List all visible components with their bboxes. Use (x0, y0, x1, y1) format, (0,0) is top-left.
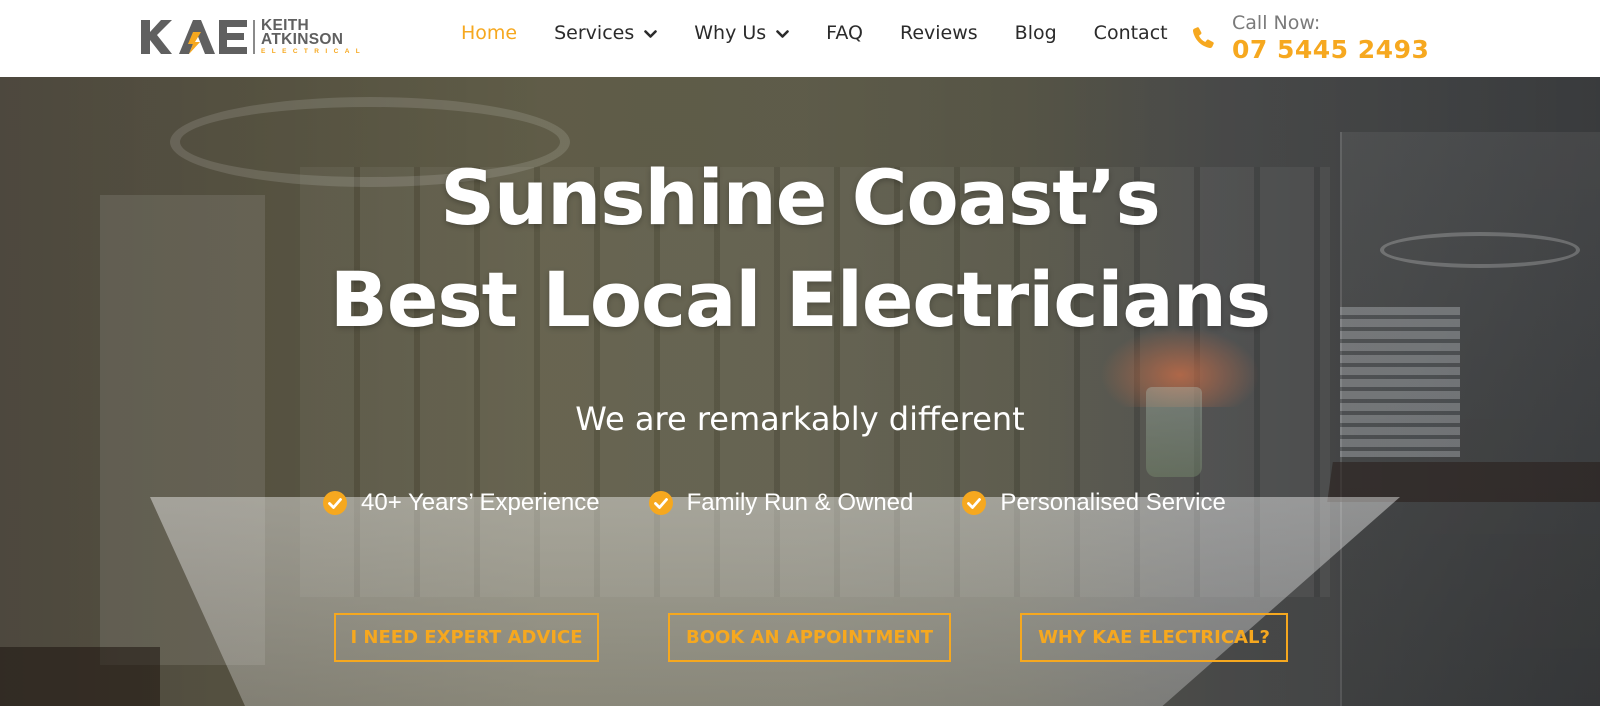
expert-advice-button[interactable]: I NEED EXPERT ADVICE (334, 613, 599, 662)
check-circle-icon (323, 491, 347, 515)
kae-logo-mark-icon (141, 20, 247, 54)
hero-background-floor (0, 647, 160, 706)
phone-icon (1192, 27, 1214, 49)
nav-item-faq[interactable]: FAQ (826, 22, 863, 44)
nav-item-label: FAQ (826, 22, 863, 44)
check-circle-icon (648, 491, 673, 515)
nav-item-label: Services (554, 22, 635, 44)
hero-section: Sunshine Coast’s Best Local Electricians… (0, 77, 1600, 706)
call-label: Call Now: (1232, 12, 1321, 34)
call-text: Call Now: 07 5445 2493 (1232, 11, 1429, 65)
nav-item-home[interactable]: Home (461, 22, 517, 44)
check-circle-icon (962, 491, 987, 515)
nav-item-label: Contact (1093, 22, 1168, 44)
feature-list: 40+ Years’ Experience Family Run & Owned… (323, 489, 1226, 517)
nav-item-blog[interactable]: Blog (1015, 22, 1057, 44)
nav-item-contact[interactable]: Contact (1094, 22, 1168, 44)
feature-label: Personalised Service (1000, 489, 1226, 516)
site-header: KEITH ATKINSON ELECTRICAL Home Services … (0, 0, 1600, 77)
feature-label: Family Run & Owned (686, 489, 914, 516)
logo-line-atkinson: ATKINSON (261, 30, 344, 48)
feature-item: 40+ Years’ Experience (323, 489, 600, 517)
nav-item-label: Why Us (694, 22, 767, 44)
nav-item-label: Reviews (899, 22, 978, 44)
phone-number-link[interactable]: 07 5445 2493 (1232, 35, 1429, 65)
nav-item-services[interactable]: Services (554, 22, 658, 44)
logo-line-electrical: ELECTRICAL (261, 47, 367, 55)
main-nav: Home Services Why Us FAQ Reviews Blog Co… (461, 22, 1205, 44)
cta-button-group: I NEED EXPERT ADVICE BOOK AN APPOINTMENT… (334, 613, 1288, 662)
feature-item: Family Run & Owned (648, 489, 914, 517)
hero-title-line2: Best Local Electricians (329, 255, 1271, 344)
nav-item-why-us[interactable]: Why Us (694, 22, 789, 44)
hero-background-desk (150, 497, 1400, 706)
hero-title-line1: Sunshine Coast’s (440, 153, 1160, 242)
feature-item: Personalised Service (962, 489, 1226, 517)
hero-title: Sunshine Coast’s Best Local Electricians (0, 147, 1600, 351)
feature-label: 40+ Years’ Experience (361, 489, 600, 516)
call-now[interactable]: Call Now: 07 5445 2493 (1190, 11, 1429, 65)
chevron-down-icon (644, 22, 658, 44)
logo-wordmark: KEITH ATKINSON ELECTRICAL (261, 17, 367, 56)
hero-subtitle: We are remarkably different (575, 400, 1025, 438)
book-appointment-button[interactable]: BOOK AN APPOINTMENT (668, 613, 951, 662)
hero-background-table (1327, 462, 1600, 502)
nav-item-label: Home (461, 22, 518, 44)
logo-divider (253, 20, 255, 54)
why-kae-button[interactable]: WHY KAE ELECTRICAL? (1020, 613, 1288, 662)
site-logo[interactable]: KEITH ATKINSON ELECTRICAL (141, 17, 381, 56)
nav-item-label: Blog (1014, 22, 1057, 44)
nav-item-reviews[interactable]: Reviews (900, 22, 978, 44)
chevron-down-icon (776, 22, 789, 44)
